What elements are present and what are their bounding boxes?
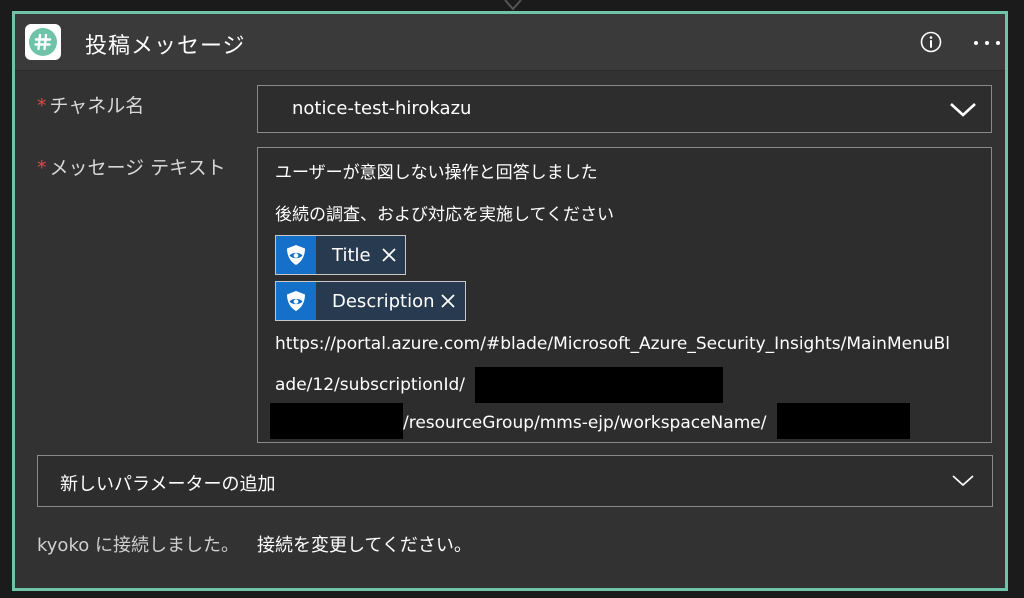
connected-as-text: kyoko に接続しました。	[37, 535, 239, 556]
add-new-parameter-label: 新しいパラメーターの追加	[60, 474, 276, 495]
close-icon[interactable]	[440, 293, 456, 309]
token-label: Description	[332, 291, 435, 312]
post-message-action-card: 投稿メッセージ * チャネル名 notice-test-hirokazu * メッセ…	[12, 11, 1008, 591]
token-label: Title	[332, 245, 371, 266]
add-new-parameter-dropdown[interactable]: 新しいパラメーターの追加	[37, 455, 993, 507]
required-mark: *	[37, 157, 47, 179]
slack-hash-icon	[25, 24, 61, 60]
portal-url-line: ade/12/subscriptionId/	[275, 375, 465, 395]
portal-url-line: /resourceGroup/mms-ejp/workspaceName/	[403, 413, 767, 433]
redacted-subscription-id-tail	[270, 403, 403, 439]
info-icon[interactable]	[920, 31, 942, 53]
more-options-icon[interactable]	[973, 40, 1003, 46]
redacted-subscription-id	[475, 367, 723, 403]
chevron-down-icon[interactable]	[952, 475, 974, 487]
required-mark: *	[37, 95, 47, 117]
change-connection-link[interactable]: 接続を変更してください。	[257, 535, 472, 556]
dynamic-content-token-description[interactable]: Description	[275, 281, 466, 321]
sentinel-shield-icon	[287, 245, 305, 265]
close-icon[interactable]	[381, 247, 397, 263]
message-text-label: * メッセージ テキスト	[37, 157, 226, 179]
channel-name-select[interactable]: notice-test-hirokazu	[257, 85, 992, 133]
message-text-input[interactable]: ユーザーが意図しない操作と回答しました 後続の調査、および対応を実施してください…	[257, 147, 992, 443]
action-title: 投稿メッセージ	[85, 34, 246, 59]
chevron-down-icon[interactable]	[949, 102, 977, 118]
message-line: ユーザーが意図しない操作と回答しました	[275, 163, 598, 183]
redacted-workspace-name	[777, 403, 910, 439]
sentinel-shield-icon	[287, 291, 305, 311]
connection-status: kyoko に接続しました。 接続を変更してください。	[37, 531, 472, 557]
channel-name-value: notice-test-hirokazu	[292, 98, 472, 119]
message-line: 後続の調査、および対応を実施してください	[275, 205, 614, 225]
dynamic-content-token-title[interactable]: Title	[275, 235, 406, 275]
action-header[interactable]: 投稿メッセージ	[15, 14, 1005, 71]
portal-url-line: https://portal.azure.com/#blade/Microsof…	[275, 334, 951, 354]
channel-name-label: * チャネル名	[37, 95, 145, 117]
